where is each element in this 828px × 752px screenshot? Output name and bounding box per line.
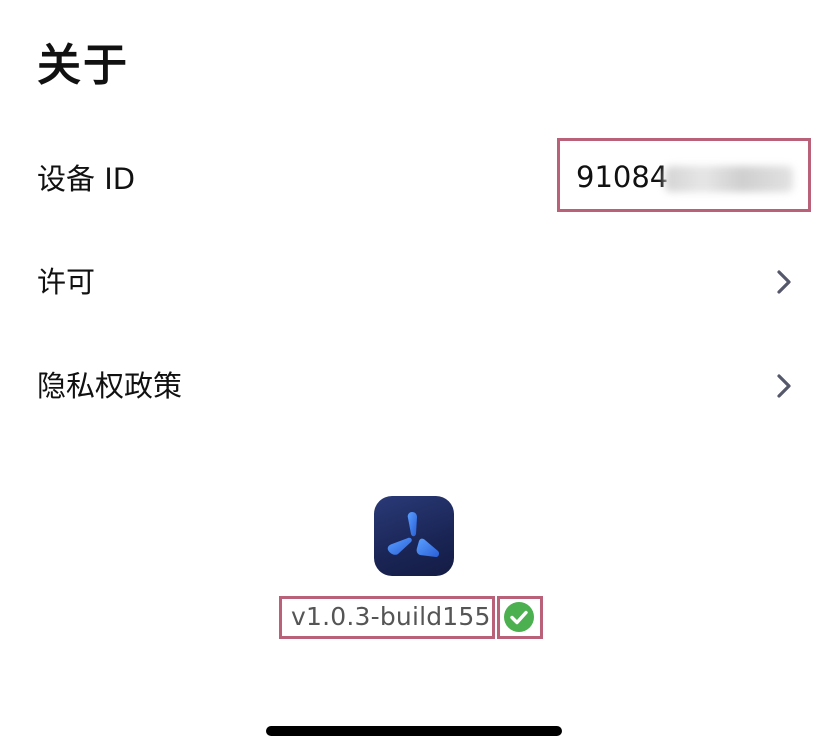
device-id-value[interactable]: 91084 — [576, 157, 668, 197]
device-id-label: 设备 ID — [37, 162, 136, 196]
app-logo-icon — [374, 496, 454, 576]
app-version: v1.0.3-build155 — [291, 602, 491, 631]
chevron-right-icon — [776, 372, 792, 400]
check-circle-icon — [503, 601, 535, 633]
privacy-policy-label: 隐私权政策 — [37, 369, 183, 403]
page-title: 关于 — [37, 40, 129, 91]
device-id-redacted — [665, 166, 793, 192]
chevron-right-icon — [776, 268, 792, 296]
privacy-policy-row[interactable]: 隐私权政策 — [0, 346, 828, 426]
license-row[interactable]: 许可 — [0, 242, 828, 322]
home-indicator[interactable] — [266, 726, 562, 736]
license-label: 许可 — [37, 265, 96, 299]
about-page: 关于 设备 ID 91084 许可 隐私权政策 v1.0.3-build155 — [0, 0, 828, 752]
